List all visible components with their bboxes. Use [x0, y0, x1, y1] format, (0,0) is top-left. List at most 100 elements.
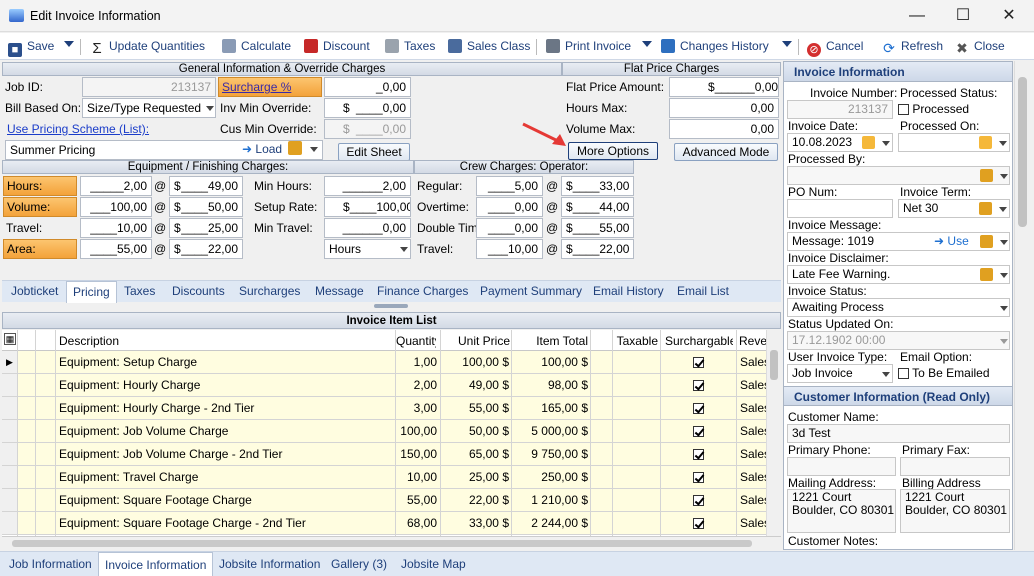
discount-button[interactable]: Discount	[304, 37, 370, 57]
grid-horizontal-scrollbar[interactable]	[2, 536, 781, 550]
col-taxable[interactable]: Taxable	[614, 330, 658, 352]
primary-phone-field[interactable]	[787, 457, 896, 476]
trophy-icon[interactable]	[288, 141, 302, 155]
panel-scroll-thumb[interactable]	[1018, 77, 1027, 227]
calculate-button[interactable]: Calculate	[222, 37, 291, 57]
setup-rate-field[interactable]: $ ____100,00	[324, 197, 411, 217]
cancel-button[interactable]: ⊘ Cancel	[807, 37, 863, 57]
chevron-down-icon[interactable]	[999, 141, 1007, 146]
tab-job-information[interactable]: Job Information	[9, 557, 92, 571]
minimize-icon[interactable]: —	[894, 4, 940, 28]
table-row[interactable]: Equipment: Hourly Charge - 2nd Tier 3,00…	[2, 397, 766, 420]
cell-unit-price[interactable]: 65,00 $	[442, 443, 509, 465]
cell-revenue[interactable]: Sales	[740, 489, 766, 511]
travel-unit-select[interactable]: Hours	[324, 239, 411, 259]
hours-max-field[interactable]: 0,00	[669, 98, 779, 118]
sales-class-button[interactable]: Sales Class	[448, 37, 530, 57]
col-quantity[interactable]: Quantity	[396, 330, 436, 352]
invoice-term-select[interactable]: Net 30	[898, 199, 1010, 218]
close-button[interactable]: ✖ Close	[955, 37, 1005, 57]
cell-description[interactable]: Equipment: Hourly Charge - 2nd Tier	[59, 397, 393, 419]
use-button[interactable]: ➜ Use	[934, 233, 969, 250]
refresh-button[interactable]: ⟳ Refresh	[882, 37, 943, 57]
tab-discounts[interactable]: Discounts	[172, 284, 225, 298]
splitter-handle[interactable]	[374, 304, 408, 308]
cus-min-override-field[interactable]: $ ____0,00	[324, 119, 411, 139]
cell-surchargable[interactable]	[661, 420, 736, 442]
flat-price-amount-field[interactable]: $ ______0,00	[669, 77, 779, 97]
cell-unit-price[interactable]: 50,00 $	[442, 420, 509, 442]
po-num-field[interactable]	[787, 199, 893, 218]
table-row[interactable]: Equipment: Square Footage Charge 55,00 2…	[2, 489, 766, 512]
tab-email-list[interactable]: Email List	[677, 284, 729, 298]
tab-gallery[interactable]: Gallery (3)	[331, 557, 387, 571]
cell-surchargable[interactable]	[661, 512, 736, 534]
crew-qty-field[interactable]: ___10,00	[476, 239, 543, 259]
cell-surchargable[interactable]	[661, 397, 736, 419]
cell-revenue[interactable]: Sales	[740, 420, 766, 442]
print-invoice-button[interactable]: Print Invoice	[546, 37, 631, 57]
scroll-thumb[interactable]	[770, 350, 778, 380]
col-description[interactable]: Description	[59, 330, 119, 352]
tab-payment-summary[interactable]: Payment Summary	[480, 284, 582, 298]
tab-invoice-information[interactable]: Invoice Information	[98, 552, 214, 576]
cell-revenue[interactable]: Sales	[740, 397, 766, 419]
job-id-field[interactable]: 213137	[82, 77, 216, 97]
chevron-down-icon[interactable]	[882, 141, 890, 146]
cell-quantity[interactable]: 3,00	[396, 397, 437, 419]
col-unit-price[interactable]: Unit Price	[452, 330, 510, 352]
cell-item-total[interactable]: 100,00 $	[513, 351, 588, 373]
cell-unit-price[interactable]: 25,00 $	[442, 466, 509, 488]
table-row[interactable]: Equipment: Square Footage Charge - 2nd T…	[2, 512, 766, 535]
crew-qty-field[interactable]: ____0,00	[476, 218, 543, 238]
advanced-mode-button[interactable]: Advanced Mode	[674, 143, 778, 161]
cell-revenue[interactable]: Sales	[740, 374, 766, 396]
trophy-icon[interactable]	[979, 202, 992, 215]
cell-description[interactable]: Equipment: Hourly Charge	[59, 374, 393, 396]
grid-settings-icon[interactable]: ▦	[4, 333, 16, 345]
volume-max-field[interactable]: 0,00	[669, 119, 779, 139]
tab-pricing[interactable]: Pricing	[66, 281, 117, 303]
calendar-icon[interactable]	[979, 136, 992, 149]
history-dropdown-icon[interactable]	[782, 41, 792, 47]
cell-item-total[interactable]: 165,00 $	[513, 397, 588, 419]
tab-taxes[interactable]: Taxes	[124, 284, 155, 298]
min-travel-field[interactable]: ______0,00	[324, 218, 411, 238]
status-updated-field[interactable]: 17.12.1902 00:00	[787, 331, 1010, 350]
invoice-message-select[interactable]: Message: 1019 ➜ Use	[787, 232, 1010, 251]
cell-surchargable[interactable]	[661, 466, 736, 488]
to-be-emailed-checkbox[interactable]: To Be Emailed	[898, 366, 990, 380]
table-row[interactable]: Equipment: Job Volume Charge - 2nd Tier …	[2, 443, 766, 466]
cell-revenue[interactable]: Sales	[740, 351, 766, 373]
col-surchargable[interactable]: Surchargable	[665, 330, 733, 352]
crew-qty-field[interactable]: ____5,00	[476, 176, 543, 196]
cell-description[interactable]: Equipment: Setup Charge	[59, 351, 393, 373]
equipment-rate-field[interactable]: $ ____50,00	[169, 197, 243, 217]
cell-revenue[interactable]: Sales	[740, 512, 766, 534]
cell-item-total[interactable]: 1 210,00 $	[513, 489, 588, 511]
save-dropdown-icon[interactable]	[64, 41, 74, 47]
cell-quantity[interactable]: 150,00	[396, 443, 437, 465]
equipment-qty-field[interactable]: _____2,00	[80, 176, 152, 196]
surcharge-link[interactable]: Surcharge %	[218, 77, 322, 97]
cell-unit-price[interactable]: 55,00 $	[442, 397, 509, 419]
load-button[interactable]: ➜ Load	[242, 142, 282, 156]
equipment-rate-field[interactable]: $ ____22,00	[169, 239, 243, 259]
table-row[interactable]: Equipment: Job Volume Charge 100,00 50,0…	[2, 420, 766, 443]
cell-surchargable[interactable]	[661, 489, 736, 511]
cell-quantity[interactable]: 68,00	[396, 512, 437, 534]
close-window-icon[interactable]: ✕	[986, 4, 1032, 28]
update-quantities-button[interactable]: Σ Update Quantities	[90, 37, 205, 57]
crew-rate-field[interactable]: $ ____22,00	[561, 239, 634, 259]
chevron-down-icon[interactable]	[310, 147, 318, 152]
chevron-down-icon[interactable]	[1000, 240, 1008, 245]
save-button[interactable]: ■ Save	[8, 37, 54, 57]
trophy-icon[interactable]	[980, 235, 993, 248]
cell-item-total[interactable]: 250,00 $	[513, 466, 588, 488]
cell-description[interactable]: Equipment: Travel Charge	[59, 466, 393, 488]
processed-by-select[interactable]	[787, 166, 1010, 185]
cell-description[interactable]: Equipment: Job Volume Charge - 2nd Tier	[59, 443, 393, 465]
chevron-down-icon[interactable]	[1000, 174, 1008, 179]
pricing-scheme-link[interactable]: Use Pricing Scheme (List):	[7, 122, 149, 136]
cell-item-total[interactable]: 5 000,00 $	[513, 420, 588, 442]
